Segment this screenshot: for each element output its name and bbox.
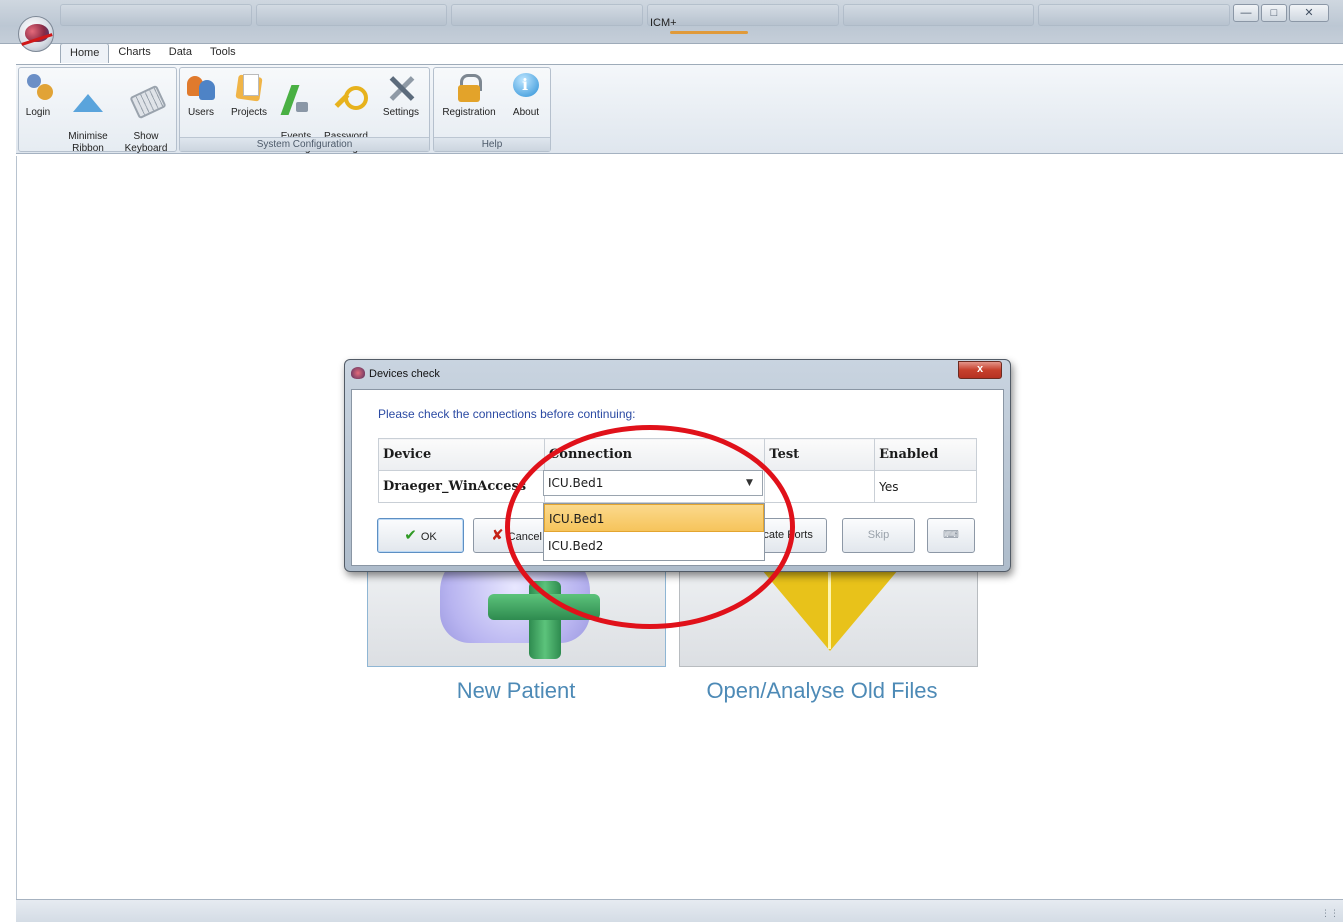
registration-label: Registration — [442, 107, 496, 118]
resize-grip-icon[interactable]: ⋮⋮ — [1321, 908, 1339, 919]
app-menu-orb[interactable] — [18, 16, 54, 52]
ribbon-group-help: Registration About Help — [433, 67, 551, 152]
device-cell: Draeger_WinAccess — [378, 470, 545, 503]
brain-logo-icon — [25, 24, 49, 42]
minimise-window-button[interactable]: — — [1233, 4, 1259, 22]
column-header-test: Test — [764, 438, 876, 471]
dialog-close-button[interactable]: x — [958, 361, 1002, 379]
ok-label: OK — [420, 531, 437, 543]
minimise-ribbon-icon — [72, 84, 104, 116]
taskbar-tabs-blurred — [60, 4, 1231, 28]
projects-label: Projects — [230, 107, 268, 118]
devices-check-dialog: Devices check x Please check the connect… — [344, 359, 1011, 572]
dialog-title: Devices check — [369, 368, 440, 380]
skip-button[interactable]: Skip — [842, 518, 915, 553]
settings-button[interactable]: Settings — [376, 72, 426, 119]
status-bar: ⋮⋮ — [16, 899, 1343, 922]
connection-combo-value: ICU.Bed1 — [548, 476, 604, 490]
skip-label: Skip — [867, 529, 890, 541]
tab-charts[interactable]: Charts — [109, 43, 159, 63]
tab-data[interactable]: Data — [160, 43, 201, 63]
ribbon-group-system-configuration: Users Projects Events Config Password Ch… — [179, 67, 430, 154]
test-cell[interactable] — [764, 470, 876, 503]
info-icon — [510, 72, 542, 104]
dialog-app-icon — [351, 367, 365, 379]
dropdown-arrow-icon[interactable]: ▼ — [736, 471, 762, 495]
minimise-ribbon-button[interactable]: Minimise Ribbon — [65, 72, 111, 155]
tools-icon — [385, 72, 417, 104]
window-controls: — □ ✕ — [1233, 4, 1329, 22]
cross-icon: ✘ — [491, 527, 504, 544]
about-label: About — [512, 107, 540, 118]
close-window-button[interactable]: ✕ — [1289, 4, 1329, 22]
column-header-connection: Connection — [543, 438, 766, 471]
ribbon-group-general: Login Minimise Ribbon Show Keyboard — [18, 67, 177, 155]
enabled-cell[interactable]: Yes — [874, 470, 977, 503]
login-button[interactable]: Login — [23, 72, 53, 119]
connection-combo[interactable]: ICU.Bed1 ▼ — [543, 470, 763, 496]
keyboard-icon: ⌨ — [943, 529, 959, 541]
cancel-label: Cancel — [507, 531, 542, 543]
group-caption-help: Help — [434, 137, 550, 151]
checkmark-icon: ✔ — [404, 527, 417, 544]
users-icon — [185, 72, 217, 104]
column-header-device: Device — [378, 438, 545, 471]
events-icon — [280, 84, 312, 116]
key-icon — [330, 84, 368, 116]
group-caption-system-configuration: System Configuration — [180, 137, 429, 151]
table-header-row: Device Connection Test Enabled — [378, 438, 977, 471]
dropdown-option[interactable]: ICU.Bed2 — [544, 532, 764, 560]
dropdown-option[interactable]: ICU.Bed1 — [544, 504, 764, 532]
maximise-window-button[interactable]: □ — [1261, 4, 1287, 22]
dialog-prompt: Please check the connections before cont… — [378, 407, 636, 421]
ribbon-tabs: Home Charts Data Tools — [60, 43, 245, 63]
title-highlight — [670, 31, 748, 34]
open-old-files-caption[interactable]: Open/Analyse Old Files — [652, 678, 992, 704]
plus-icon — [529, 581, 561, 659]
keyboard-button[interactable]: ⌨ — [927, 518, 975, 553]
projects-button[interactable]: Projects — [226, 72, 272, 119]
lock-icon — [453, 72, 485, 104]
connection-dropdown-list: ICU.Bed1 ICU.Bed2 — [543, 503, 765, 561]
show-keyboard-button[interactable]: Show Keyboard — [119, 72, 173, 155]
title-bar: ICM+ — □ ✕ — [0, 0, 1343, 44]
login-label: Login — [25, 107, 51, 118]
keyboard-icon — [130, 84, 162, 116]
users-button[interactable]: Users — [184, 72, 218, 119]
show-keyboard-label: Show Keyboard — [124, 131, 168, 154]
minimise-ribbon-label: Minimise Ribbon — [68, 131, 108, 154]
ribbon: Login Minimise Ribbon Show Keyboard User… — [16, 64, 1343, 154]
column-header-enabled: Enabled — [874, 438, 977, 471]
about-button[interactable]: About — [508, 72, 544, 119]
registration-button[interactable]: Registration — [438, 72, 500, 119]
projects-icon — [233, 72, 265, 104]
tab-home[interactable]: Home — [60, 43, 110, 63]
users-label: Users — [187, 107, 215, 118]
window-title: ICM+ — [650, 17, 677, 29]
ok-button[interactable]: ✔ OK — [377, 518, 464, 553]
tab-tools[interactable]: Tools — [201, 43, 245, 63]
settings-label: Settings — [382, 107, 420, 118]
new-patient-caption[interactable]: New Patient — [346, 678, 686, 704]
login-icon — [23, 72, 55, 104]
